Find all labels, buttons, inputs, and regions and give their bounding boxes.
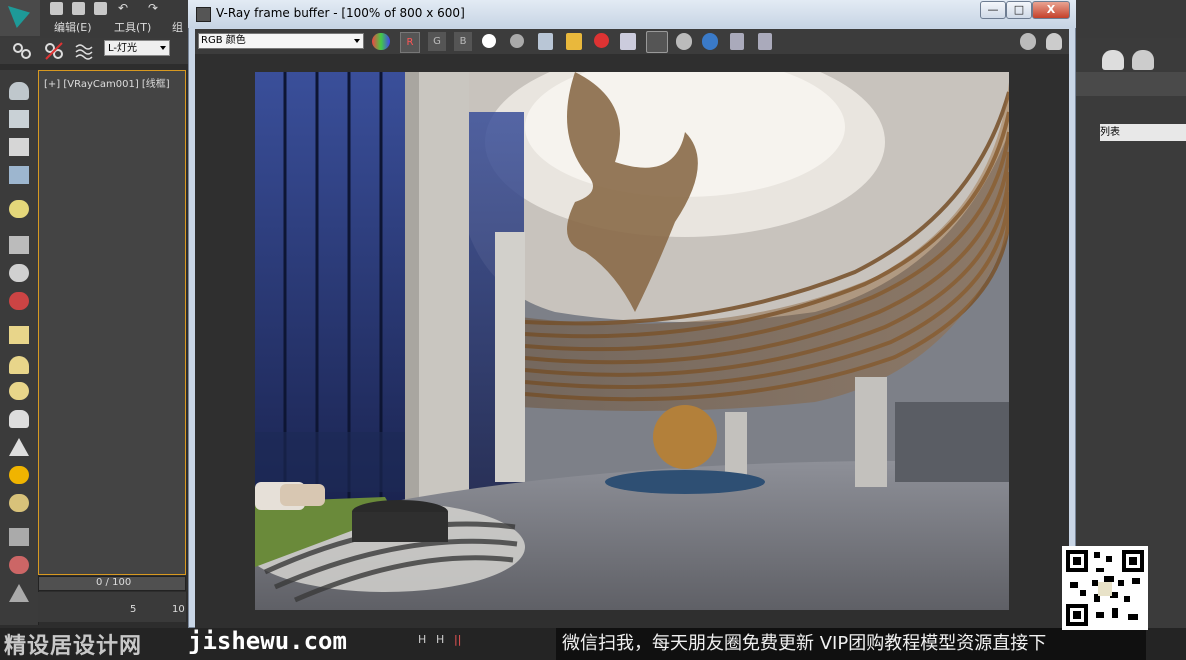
settings-icon[interactable] <box>1020 33 1036 50</box>
track-tick: 10 <box>172 604 185 615</box>
grey-dot-icon[interactable] <box>510 34 524 48</box>
save-file-icon[interactable] <box>94 2 107 15</box>
particles-icon[interactable] <box>9 292 29 310</box>
track-tick: 5 <box>130 604 137 615</box>
clear-icon[interactable] <box>594 33 609 48</box>
lens-icon[interactable] <box>676 33 692 50</box>
time-slider-value: 0 / 100 <box>96 577 132 588</box>
close-button[interactable]: X <box>1032 1 1070 19</box>
region-icon[interactable] <box>646 31 668 53</box>
bind-space-warp-icon[interactable] <box>74 41 94 61</box>
minimize-button[interactable]: — <box>980 1 1006 19</box>
render-production-icon[interactable] <box>1132 50 1154 70</box>
layer-manager-icon[interactable] <box>9 166 29 184</box>
status-icon[interactable]: H <box>418 633 426 646</box>
vfb-title: V-Ray frame buffer - [100% of 800 x 600] <box>216 6 465 20</box>
chevron-down-icon <box>160 46 166 50</box>
spacing-tool-icon[interactable] <box>9 528 29 546</box>
rendered-image <box>255 72 1009 610</box>
render-teapot-icon[interactable] <box>1102 50 1124 70</box>
new-file-icon[interactable] <box>50 2 63 15</box>
viewport-label[interactable]: [+] [VRayCam001] [线框] <box>44 75 170 90</box>
sun-icon[interactable] <box>9 466 29 484</box>
watermark-url: jishewu.com <box>188 627 347 655</box>
channel-dropdown[interactable]: RGB 颜色 <box>198 33 364 49</box>
redo-icon[interactable]: ↷ <box>148 2 164 15</box>
compare-b-icon[interactable] <box>758 33 772 50</box>
compare-a-icon[interactable] <box>730 33 744 50</box>
paint-icon[interactable] <box>9 556 29 574</box>
undo-icon[interactable]: ↶ <box>118 2 134 15</box>
max-app-logo[interactable] <box>0 0 40 36</box>
menu-tools[interactable]: 工具(T) <box>114 19 151 35</box>
teapot-icon[interactable] <box>1046 33 1062 50</box>
camera-icon[interactable] <box>9 236 29 254</box>
blue-channel-button[interactable]: B <box>454 32 472 51</box>
chevron-down-icon <box>354 39 360 43</box>
dome-icon[interactable] <box>9 356 29 374</box>
open-icon[interactable] <box>566 33 582 50</box>
material-ball-icon[interactable] <box>9 494 29 512</box>
channel-value: RGB 颜色 <box>201 35 246 46</box>
render-setup-icon[interactable] <box>9 110 29 128</box>
selection-set-value: L-灯光 <box>108 43 138 54</box>
red-channel-button[interactable]: R <box>400 32 420 53</box>
light-icon[interactable] <box>9 200 29 218</box>
render-icon[interactable] <box>620 33 636 50</box>
sphere-icon[interactable] <box>9 382 29 400</box>
track-bar[interactable] <box>38 592 186 622</box>
link-icon[interactable] <box>12 41 32 61</box>
vray-window-icon <box>196 7 211 22</box>
watermark-logo-text: 精设居设计网 <box>4 634 143 659</box>
history-icon[interactable] <box>702 33 718 50</box>
teapot-icon[interactable] <box>9 82 29 100</box>
menu-group[interactable]: 组 <box>172 19 183 35</box>
max-logo-icon <box>8 6 30 28</box>
green-channel-button[interactable]: G <box>428 32 446 51</box>
camera-viewport[interactable] <box>38 70 186 575</box>
color-swatch-icon[interactable] <box>372 33 390 50</box>
maximize-button[interactable]: □ <box>1006 1 1032 19</box>
teapot-primitive-icon[interactable] <box>9 410 29 428</box>
promo-banner: 微信扫我，每天朋友圈免费更新 VIP团购教程模型资源直接下 <box>556 628 1146 660</box>
selection-set-dropdown[interactable]: L-灯光 <box>104 40 170 56</box>
menu-edit[interactable]: 编辑(E) <box>54 19 92 35</box>
white-dot-icon[interactable] <box>482 34 496 48</box>
command-panel-field[interactable]: 列表 <box>1100 124 1186 141</box>
save-icon[interactable] <box>538 33 553 50</box>
open-file-icon[interactable] <box>72 2 85 15</box>
scene-explorer-icon[interactable] <box>9 138 29 156</box>
status-icon[interactable]: H <box>436 633 444 646</box>
helper-icon[interactable] <box>9 264 29 282</box>
qr-code <box>1062 546 1148 630</box>
status-icon[interactable]: || <box>454 633 461 646</box>
box-icon[interactable] <box>9 326 29 344</box>
unlink-icon[interactable] <box>44 41 64 61</box>
command-panel-tabs[interactable] <box>1076 72 1186 96</box>
